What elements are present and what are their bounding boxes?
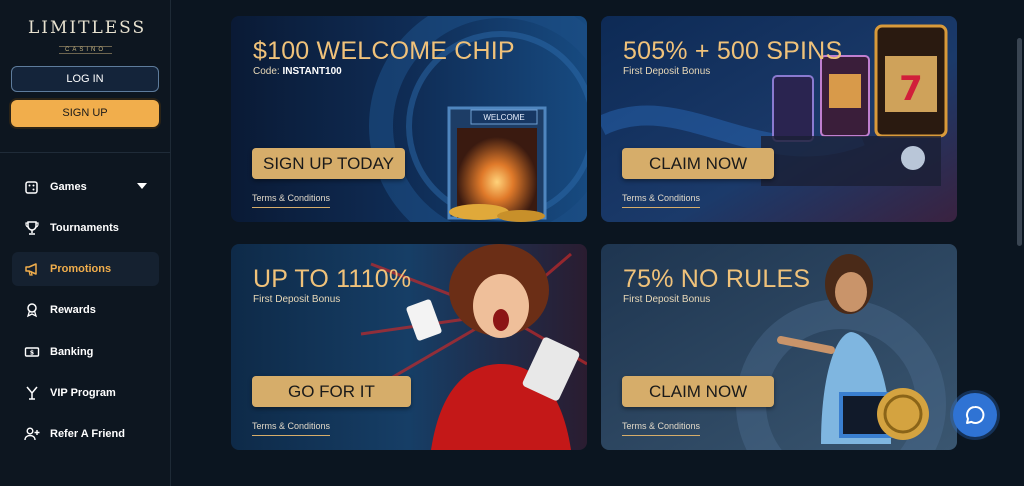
logo-subtext: CASINO (58, 46, 112, 54)
promo-subtitle: First Deposit Bonus (623, 66, 711, 77)
sidebar-item-label: Games (50, 181, 87, 193)
scrollbar-thumb[interactable] (1017, 38, 1022, 246)
promo-title: UP TO 1110% (253, 265, 412, 293)
logo-text: LIMITLESS (28, 18, 147, 38)
terms-link[interactable]: Terms & Conditions (252, 421, 331, 436)
promo-code-label: Code: (253, 66, 280, 77)
promo-title: $100 WELCOME CHIP (253, 37, 515, 65)
sidebar-item-tournaments[interactable]: Tournaments (12, 211, 159, 245)
terms-link[interactable]: Terms & Conditions (622, 193, 701, 208)
sidebar-divider (0, 152, 171, 153)
vip-icon (24, 385, 40, 401)
sidebar-item-label: Refer A Friend (50, 428, 125, 440)
chat-bubble-icon (966, 405, 985, 424)
sidebar-item-promotions[interactable]: Promotions (12, 252, 159, 286)
promo-subtitle: First Deposit Bonus (253, 294, 341, 305)
welcome-sign-text: WELCOME (483, 113, 524, 122)
claim-now-button[interactable]: CLAIM NOW (622, 376, 775, 407)
sidebar-item-banking[interactable]: $ Banking (12, 335, 159, 369)
promo-card-spins[interactable]: 7 505% + 500 SPINS First Deposit Bonus C… (601, 16, 957, 222)
promo-card-no-rules[interactable]: 75% NO RULES First Deposit Bonus CLAIM N… (601, 244, 957, 450)
chevron-down-icon[interactable] (137, 183, 147, 189)
promo-card-welcome-chip[interactable]: WELCOME $100 WELCOME CHIP Code: INSTANT1… (231, 16, 587, 222)
brand-logo[interactable]: LIMITLESS CASINO (28, 18, 147, 56)
signup-button[interactable]: SIGN UP (11, 100, 159, 127)
signup-today-button[interactable]: SIGN UP TODAY (252, 148, 406, 179)
sidebar: LIMITLESS CASINO LOG IN SIGN UP Games To… (0, 0, 171, 486)
sidebar-item-games[interactable]: Games (12, 170, 159, 204)
promo-card-1110[interactable]: UP TO 1110% First Deposit Bonus GO FOR I… (231, 244, 587, 450)
sidebar-item-refer-a-friend[interactable]: Refer A Friend (12, 417, 159, 451)
chat-button[interactable] (953, 393, 997, 437)
sidebar-item-label: Tournaments (50, 222, 119, 234)
award-icon (24, 302, 40, 318)
megaphone-icon (24, 261, 40, 277)
svg-text:7: 7 (899, 69, 923, 109)
sidebar-item-rewards[interactable]: Rewards (12, 293, 159, 327)
sidebar-item-label: Promotions (50, 263, 112, 275)
go-for-it-button[interactable]: GO FOR IT (252, 376, 411, 407)
sidebar-item-vip-program[interactable]: VIP Program (12, 376, 159, 410)
sidebar-item-label: Banking (50, 346, 94, 358)
terms-link[interactable]: Terms & Conditions (622, 421, 701, 436)
promo-title: 505% + 500 SPINS (623, 37, 843, 65)
promo-code: INSTANT100 (282, 66, 342, 77)
promo-title: 75% NO RULES (623, 265, 811, 293)
promo-subtitle: First Deposit Bonus (623, 294, 711, 305)
user-plus-icon (24, 426, 40, 442)
login-button[interactable]: LOG IN (11, 66, 159, 92)
trophy-icon (24, 220, 40, 236)
svg-text:$: $ (30, 350, 34, 357)
dice-icon (24, 179, 40, 195)
promo-code-line: Code: INSTANT100 (253, 66, 342, 77)
sidebar-item-label: Rewards (50, 304, 96, 316)
banknote-icon: $ (24, 344, 40, 360)
terms-link[interactable]: Terms & Conditions (252, 193, 331, 208)
claim-now-button[interactable]: CLAIM NOW (622, 148, 775, 179)
sidebar-item-label: VIP Program (50, 387, 116, 399)
